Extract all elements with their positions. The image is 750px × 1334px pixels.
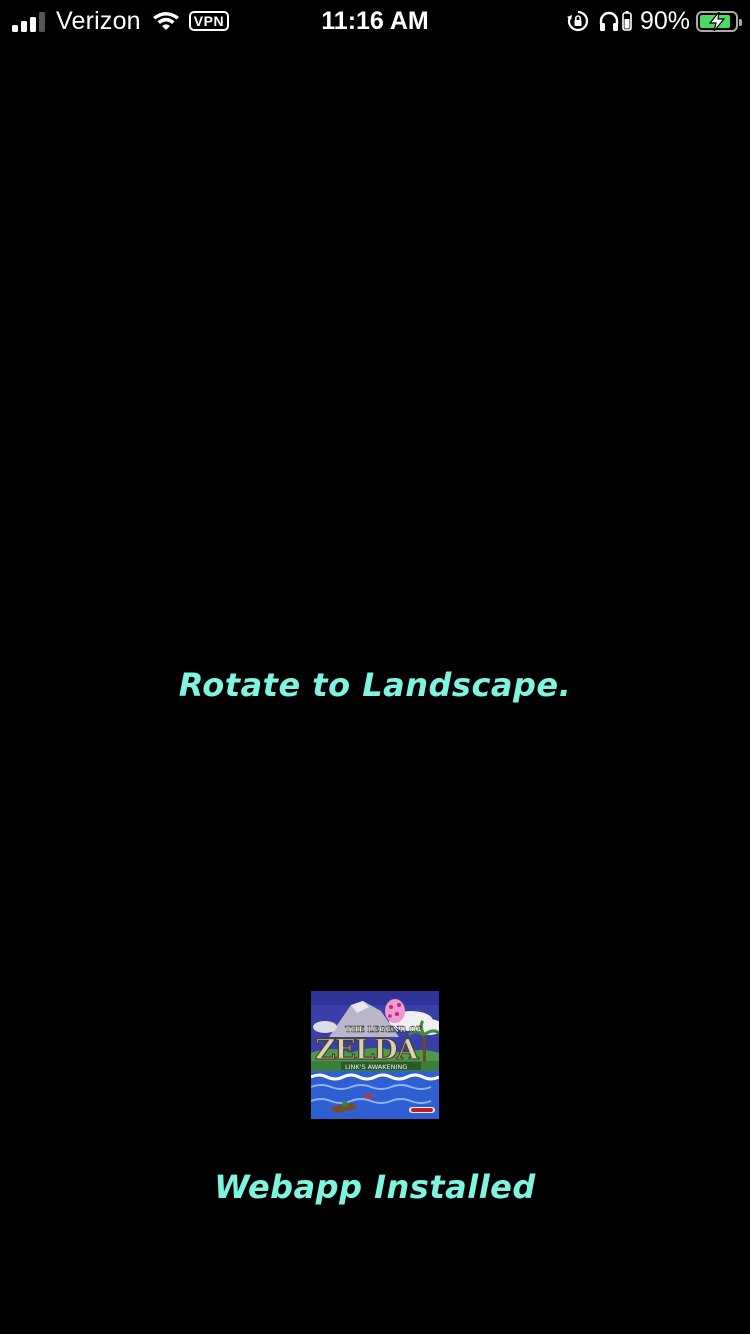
webapp-installed-message: Webapp Installed — [214, 1168, 536, 1206]
cover-subtitle: LINK'S AWAKENING — [345, 1063, 407, 1071]
battery-icon — [696, 10, 742, 32]
status-bar: Verizon VPN 11:16 AM 90% — [0, 0, 750, 40]
battery-percent: 90% — [639, 6, 690, 35]
headphone-battery-icon — [622, 11, 632, 31]
battery-cap — [739, 18, 742, 26]
rotation-lock-icon — [566, 10, 589, 32]
status-bar-right: 90% — [566, 6, 742, 36]
zelda-cover-art: THE LEGEND OF ZELDA LINK'S AWAKENING — [311, 991, 439, 1119]
app-icon: THE LEGEND OF ZELDA LINK'S AWAKENING — [311, 991, 439, 1119]
headphones-icon — [599, 11, 619, 31]
rotate-to-landscape-message: Rotate to Landscape. — [178, 666, 572, 704]
charging-bolt-icon — [708, 11, 726, 31]
cover-title-main: ZELDA — [315, 1033, 420, 1066]
